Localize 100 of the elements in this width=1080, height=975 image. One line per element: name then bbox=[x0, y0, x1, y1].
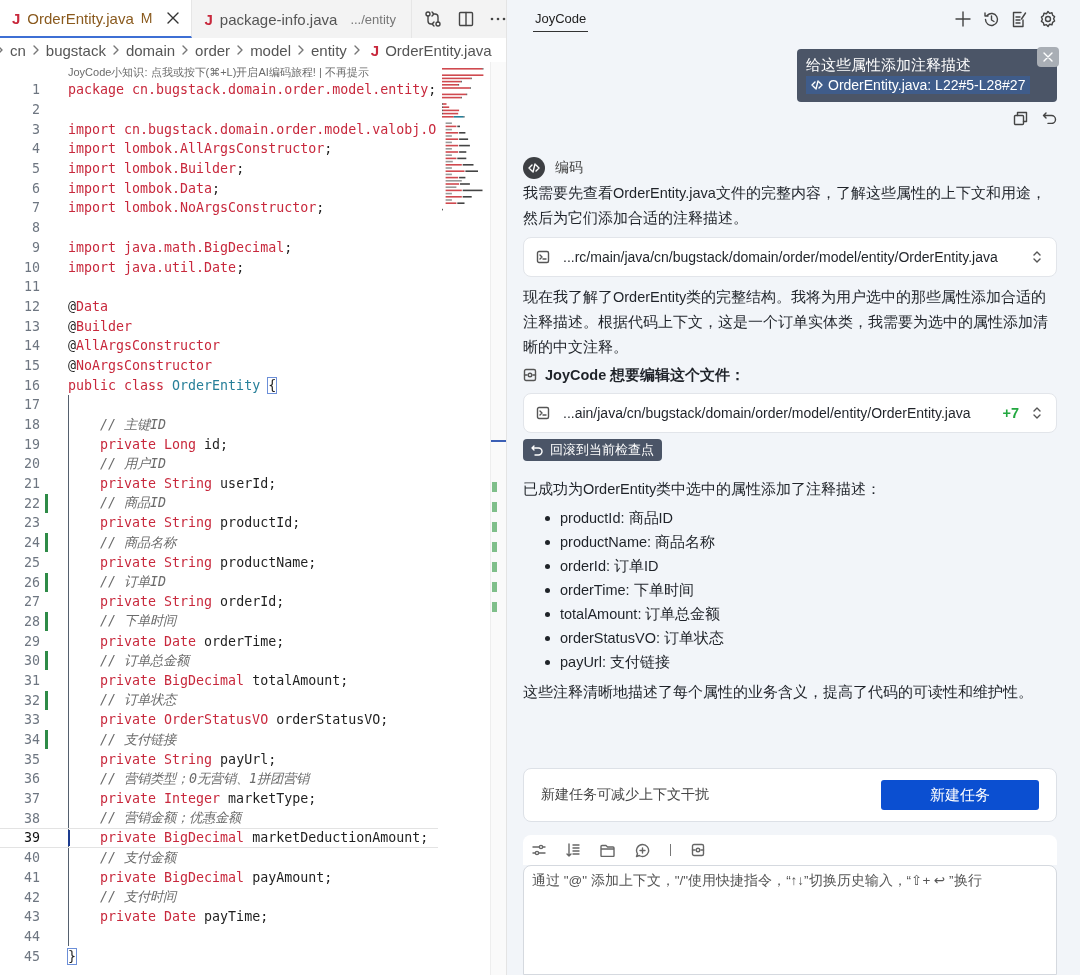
file-icon bbox=[536, 250, 550, 264]
code-line: // 商品名称 bbox=[99, 533, 177, 552]
code-line: @Data bbox=[68, 298, 109, 314]
code-line: private Date payTime; bbox=[99, 909, 269, 925]
code-line: // 订单ID bbox=[99, 573, 167, 592]
new-task-button[interactable]: 新建任务 bbox=[881, 780, 1039, 810]
line-number: 42 bbox=[23, 889, 40, 905]
breadcrumb-item[interactable]: bugstack bbox=[45, 41, 106, 59]
code-line: // 支付链接 bbox=[99, 730, 177, 749]
line-number: 37 bbox=[23, 791, 40, 807]
code-line: import lombok.Data; bbox=[68, 180, 221, 196]
line-number: 40 bbox=[23, 850, 40, 866]
user-message-text: 给这些属性添加注释描述 bbox=[806, 56, 972, 74]
editor-tab[interactable]: J OrderEntity.java M bbox=[0, 0, 193, 38]
undo-icon bbox=[531, 444, 543, 456]
breadcrumb-item[interactable]: OrderEntity.java bbox=[385, 41, 492, 59]
line-number: 8 bbox=[31, 220, 40, 236]
sliders-icon[interactable] bbox=[532, 844, 546, 856]
edit-file-icon[interactable] bbox=[691, 843, 705, 857]
line-number: 16 bbox=[23, 377, 40, 393]
panel-tab[interactable]: JoyCode bbox=[533, 6, 589, 32]
line-number: 6 bbox=[31, 180, 40, 196]
line-number: 23 bbox=[23, 515, 40, 531]
rollback-button[interactable]: 回滚到当前检查点 bbox=[523, 439, 662, 461]
breadcrumb-item[interactable]: cn bbox=[10, 41, 26, 59]
code-line: import lombok.Builder; bbox=[68, 161, 245, 177]
code-line: import java.math.BigDecimal; bbox=[68, 239, 293, 255]
breadcrumb-item[interactable]: model bbox=[250, 41, 291, 59]
line-number: 3 bbox=[31, 121, 40, 137]
close-icon[interactable] bbox=[167, 12, 180, 24]
code-line: @AllArgsConstructor bbox=[68, 338, 221, 354]
copy-icon[interactable] bbox=[1013, 111, 1028, 126]
line-number: 41 bbox=[23, 869, 40, 885]
code-line: private String userId; bbox=[99, 476, 277, 492]
plus-icon[interactable] bbox=[955, 11, 971, 27]
undo-icon[interactable] bbox=[1042, 111, 1057, 124]
line-number: 18 bbox=[23, 417, 40, 433]
line-number: 11 bbox=[23, 279, 40, 295]
code-line: import cn.bugstack.domain.order.model.valobj.O bbox=[68, 121, 437, 137]
split-editor-icon[interactable] bbox=[458, 11, 474, 27]
line-number: 29 bbox=[23, 633, 40, 649]
note-edit-icon[interactable] bbox=[1012, 10, 1027, 28]
code-line: // 下单时间 bbox=[99, 612, 177, 631]
line-number: 12 bbox=[23, 298, 40, 314]
code-reference-chip[interactable]: OrderEntity.java: L22#5-L28#27 bbox=[806, 76, 1031, 94]
list-item: productName: 商品名称 bbox=[560, 532, 716, 552]
line-number: 31 bbox=[23, 672, 40, 688]
line-number: 17 bbox=[23, 397, 40, 413]
edit-file-icon bbox=[523, 368, 537, 382]
ordered-list-icon[interactable] bbox=[566, 843, 580, 857]
code-line: private Date orderTime; bbox=[99, 633, 285, 649]
code-line: import java.util.Date; bbox=[68, 259, 245, 275]
code-line: // 支付金额 bbox=[99, 848, 177, 867]
chat-input[interactable]: 通过 "@" 添加上下文，"/"使用快捷指令，“↑↓”切换历史输入，“⇧+ ↩ ”换行 bbox=[523, 865, 1057, 975]
file-icon bbox=[536, 406, 550, 420]
breadcrumb-item[interactable]: order bbox=[195, 41, 231, 59]
folder-icon[interactable] bbox=[600, 843, 615, 857]
line-number: 28 bbox=[23, 613, 40, 629]
line-number: 13 bbox=[23, 318, 40, 334]
more-icon[interactable] bbox=[490, 17, 506, 21]
code-line: // 营销类型；0无营销、1拼团营销 bbox=[99, 769, 310, 788]
history-icon[interactable] bbox=[983, 10, 1000, 28]
code-icon bbox=[528, 162, 540, 174]
code-line: private BigDecimal payAmount; bbox=[99, 869, 333, 885]
added-lines-count: +7 bbox=[1002, 405, 1019, 421]
list-item: orderTime: 下单时间 bbox=[560, 580, 694, 600]
message-text: 这些注释清晰地描述了每个属性的业务含义，提高了代码的可读性和维护性。 bbox=[523, 683, 1034, 702]
expand-icon[interactable] bbox=[1032, 250, 1042, 264]
chat-add-icon[interactable] bbox=[635, 842, 650, 858]
code-line: // 营销金额；优惠金额 bbox=[99, 809, 242, 828]
chevron-icon bbox=[297, 45, 305, 55]
code-line: private Integer marketType; bbox=[99, 791, 317, 807]
breadcrumb-item[interactable]: entity bbox=[311, 41, 347, 59]
file-path: ...ain/java/cn/bugstack/domain/order/model/entity/OrderEntity.java bbox=[563, 405, 972, 421]
file-card[interactable]: ...ain/java/cn/bugstack/domain/order/model/entity/OrderEntity.java +7 bbox=[523, 393, 1057, 433]
line-number: 43 bbox=[23, 909, 40, 925]
code-line: private String payUrl; bbox=[99, 751, 277, 767]
list-item: orderStatusVO: 订单状态 bbox=[560, 628, 724, 648]
java-file-icon: J bbox=[370, 41, 380, 59]
breadcrumb-item[interactable]: domain bbox=[125, 41, 176, 59]
settings-icon[interactable] bbox=[1039, 10, 1057, 28]
file-card[interactable]: ...rc/main/java/cn/bugstack/domain/order/model/entity/OrderEntity.java bbox=[523, 237, 1057, 277]
line-number: 44 bbox=[23, 928, 40, 944]
coding-tip[interactable]: JoyCode小知识: 点我或按下(⌘+L)开启AI编码旅程! | 不再提示 bbox=[68, 64, 369, 80]
java-file-icon: J bbox=[12, 9, 21, 27]
code-line: import lombok.AllArgsConstructor; bbox=[68, 141, 333, 157]
line-number: 7 bbox=[31, 200, 40, 216]
line-number: 5 bbox=[31, 161, 40, 177]
line-number: 33 bbox=[23, 712, 40, 728]
line-number: 22 bbox=[23, 495, 40, 511]
code-line: // 主键ID bbox=[99, 415, 167, 434]
line-number: 35 bbox=[23, 751, 40, 767]
line-number: 32 bbox=[23, 692, 40, 708]
line-number: 24 bbox=[23, 535, 40, 551]
chevron-icon bbox=[352, 45, 361, 55]
expand-icon[interactable] bbox=[1032, 406, 1042, 420]
code-line: @Builder bbox=[68, 318, 133, 334]
line-number: 26 bbox=[23, 574, 40, 590]
compare-changes-icon[interactable] bbox=[424, 10, 442, 28]
code-line: private OrderStatusVO orderStatusVO; bbox=[99, 712, 389, 728]
